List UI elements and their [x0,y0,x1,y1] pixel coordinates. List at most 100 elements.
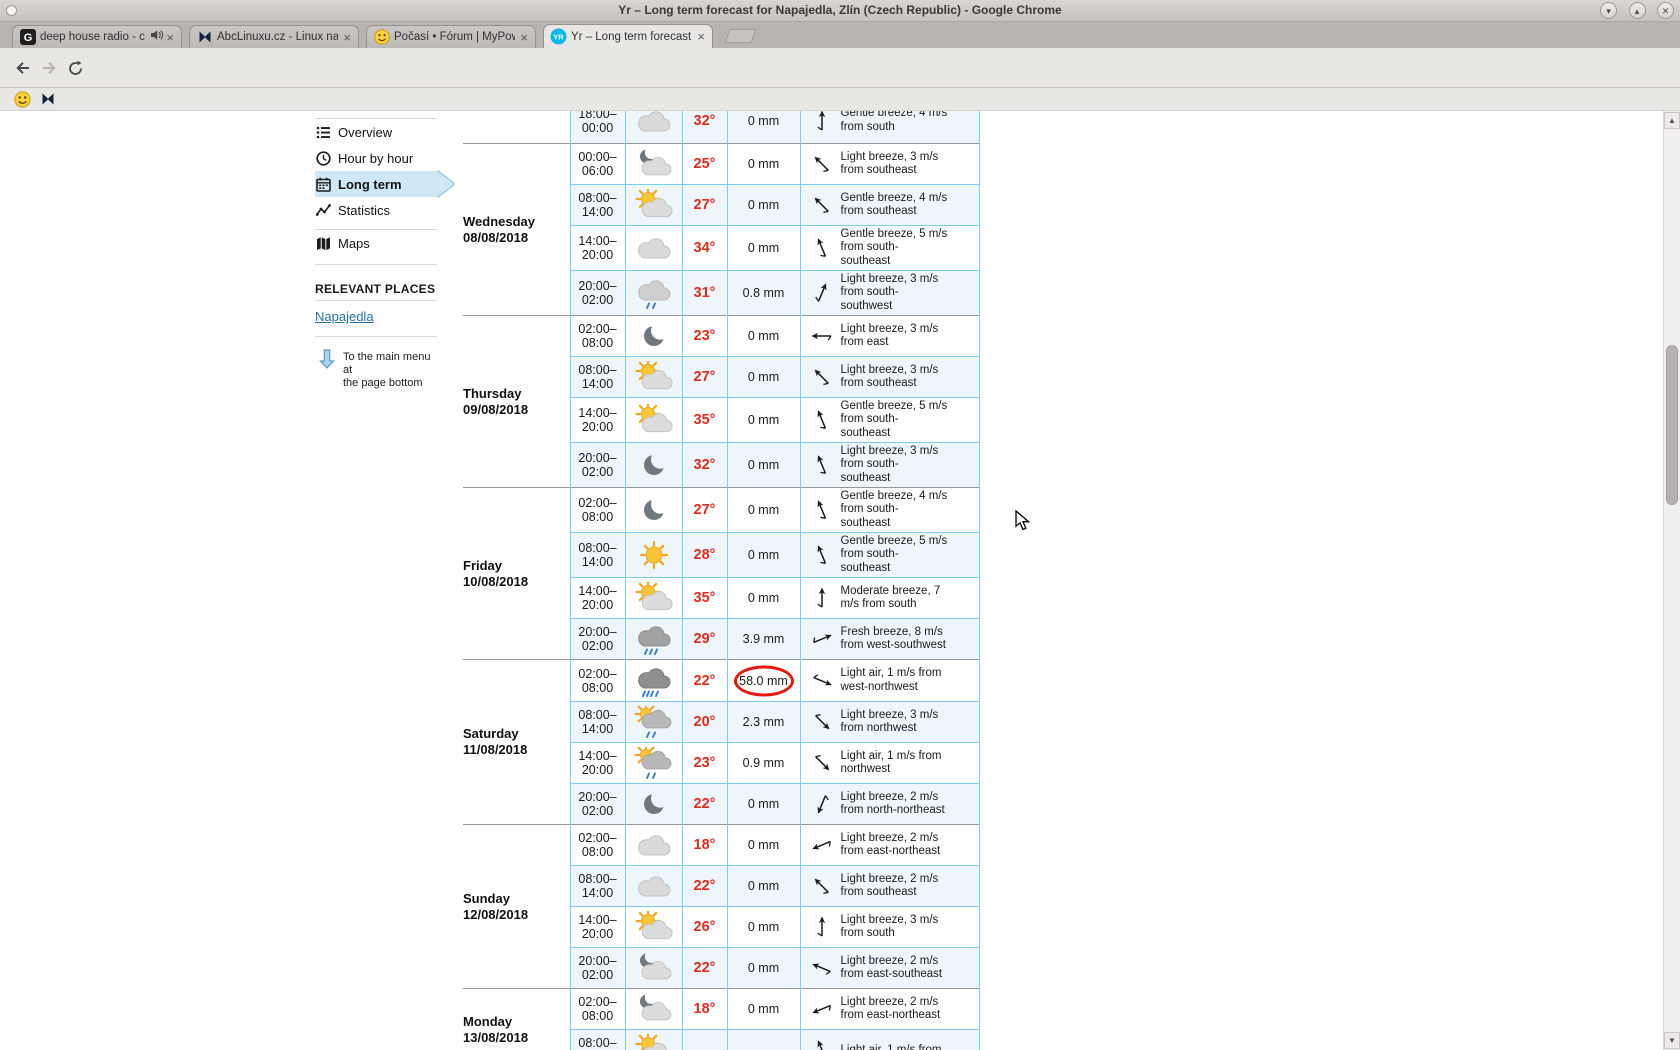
list-icon [316,125,331,140]
time-period-cell: 14:00– 20:00 [569,742,625,784]
temperature-cell: 35° [681,397,727,443]
browser-tab[interactable]: YR Yr – Long term forecast × [543,24,713,48]
tab-close-icon[interactable]: × [696,30,706,43]
sidebar-item-overview[interactable]: Overview [315,119,437,145]
time-period-cell: 08:00– 14:00 [569,184,625,226]
time-period-cell: 02:00– 08:00 [569,988,625,1030]
wind-cell: Light breeze, 2 m/s from north-northeast [799,783,980,825]
forward-button[interactable] [38,57,60,79]
weather-icon-cloud [624,111,682,144]
abclinuxu-bookmark-icon[interactable] [40,91,56,112]
time-period-cell: 14:00– 20:00 [569,397,625,443]
sidebar-item-statistics[interactable]: Statistics [315,197,437,223]
browser-tab[interactable]: Gdeep house radio - c × [12,25,182,48]
bookmarks-bar [0,88,1680,111]
scroll-up-icon[interactable]: ▲ [1664,112,1680,129]
wind-cell: Light breeze, 3 m/s from south- southeas… [799,442,980,488]
tab-close-icon[interactable]: × [165,31,175,44]
wind-direction-arrow-icon [810,997,834,1021]
precipitation-cell: 0 mm [726,577,800,619]
yr-favicon-icon: YR [550,28,567,45]
temperature-cell: 20° [681,701,727,743]
time-period-cell: 20:00– 02:00 [569,783,625,825]
day-cell: Wednesday 08/08/2018 [463,143,570,316]
close-icon[interactable]: ✕ [1657,2,1674,19]
scrollbar[interactable]: ▲ ▼ [1663,111,1680,1050]
time-period-cell: 02:00– 08:00 [569,315,625,357]
wind-cell: Moderate breeze, 7 m/s from south [799,577,980,619]
wind-description: Gentle breeze, 5 m/s from south- southea… [840,399,948,439]
wind-cell: Light breeze, 3 m/s from south- southwes… [799,270,980,316]
wind-direction-arrow-icon [810,365,834,389]
precipitation-cell: 0 mm [726,487,800,533]
precipitation-cell: 0 mm [726,111,800,144]
wind-cell: Gentle breeze, 4 m/s from south [799,111,980,144]
wind-direction-arrow-icon [810,324,834,348]
time-period-cell: 20:00– 02:00 [569,270,625,316]
tab-audio-icon[interactable] [150,28,164,46]
precipitation-cell: 0 mm [726,865,800,907]
place-link-napajedla[interactable]: Napajedla [315,309,374,324]
precipitation-cell: 0 mm [726,988,800,1030]
wind-direction-arrow-icon [810,408,834,432]
to-main-menu-note[interactable]: To the main menu at the page bottom [315,349,437,390]
weather-icon-sun-cloud-rain [624,701,682,743]
browser-tab[interactable]: Počasí • Fórum | MyPow × [366,25,536,48]
tab-close-icon[interactable]: × [342,31,352,44]
blue-down-arrow-icon [319,349,335,374]
day-cell: Sunday 12/08/2018 [463,824,570,989]
maximize-icon[interactable]: ▴ [1628,2,1646,19]
weather-icon-moon-cloud [624,988,682,1030]
weather-icon-dark-cloud-rain [624,618,682,660]
wind-direction-arrow-icon [810,498,834,522]
sidebar-item-label: Hour by hour [338,150,414,166]
wind-cell: Light breeze, 3 m/s from southeast [799,356,980,398]
time-period-cell: 08:00– 14:00 [569,356,625,398]
wind-direction-arrow-icon [810,833,834,857]
back-button[interactable] [12,57,34,79]
weather-icon-sun-cloud-rain [624,742,682,784]
wind-cell: Gentle breeze, 4 m/s from south- southea… [799,487,980,533]
precipitation-cell: 0 mm [726,783,800,825]
forecast-table: 18:00– 00:00 32° 0 mm Gentle breeze, 4 m/s … [463,111,980,1050]
sidebar-item-long-term[interactable]: Long term [315,171,454,197]
temperature-cell: 35° [681,577,727,619]
page-content: Overview Hour by hour Long term Statistics … [0,111,1680,1050]
svg-text:YR: YR [553,33,564,42]
smiley-bookmark-icon[interactable] [14,91,31,113]
temperature-cell: 28° [681,532,727,578]
scroll-down-icon[interactable]: ▼ [1664,1032,1680,1049]
weather-icon-moon [624,783,682,825]
weather-icon-cloud [624,865,682,907]
day-cell: Friday 10/08/2018 [463,487,570,660]
minimize-icon[interactable]: ▾ [1600,2,1618,19]
time-period-cell: 02:00– 08:00 [569,824,625,866]
precipitation-cell: 0 mm [726,225,800,271]
temperature-cell: 32° [681,442,727,488]
wind-cell: Light breeze, 3 m/s from south [799,906,980,948]
weather-icon-sun-cloud [624,906,682,948]
sidebar-item-maps[interactable]: Maps [315,230,437,256]
tab-close-icon[interactable]: × [519,31,529,44]
sidebar-item-hour-by-hour[interactable]: Hour by hour [315,145,437,171]
new-tab-button[interactable] [724,29,757,43]
browser-tab[interactable]: AbcLinuxu.cz - Linux na × [189,25,359,48]
time-period-cell: 20:00– 02:00 [569,442,625,488]
weather-icon-sun-cloud [624,397,682,443]
sidebar-item-label: Long term [338,176,402,192]
precipitation-cell: 0.9 mm [726,742,800,784]
wind-cell: Gentle breeze, 5 m/s from south- southea… [799,397,980,443]
scrollbar-thumb[interactable] [1666,345,1678,505]
time-period-cell: 14:00– 20:00 [569,906,625,948]
day-cell: Saturday 11/08/2018 [463,659,570,825]
wind-cell: Light air, 1 m/s from northwest [799,742,980,784]
wind-direction-arrow-icon [810,751,834,775]
reload-button[interactable] [64,57,86,79]
precipitation-cell: 0 mm [726,356,800,398]
tab-title: Počasí • Fórum | MyPow [394,31,516,43]
weather-icon-sun-cloud [624,1029,682,1050]
wind-direction-arrow-icon [810,874,834,898]
temperature-cell: 29° [681,618,727,660]
wind-direction-arrow-icon [810,956,834,980]
temperature-cell: 23° [681,315,727,357]
